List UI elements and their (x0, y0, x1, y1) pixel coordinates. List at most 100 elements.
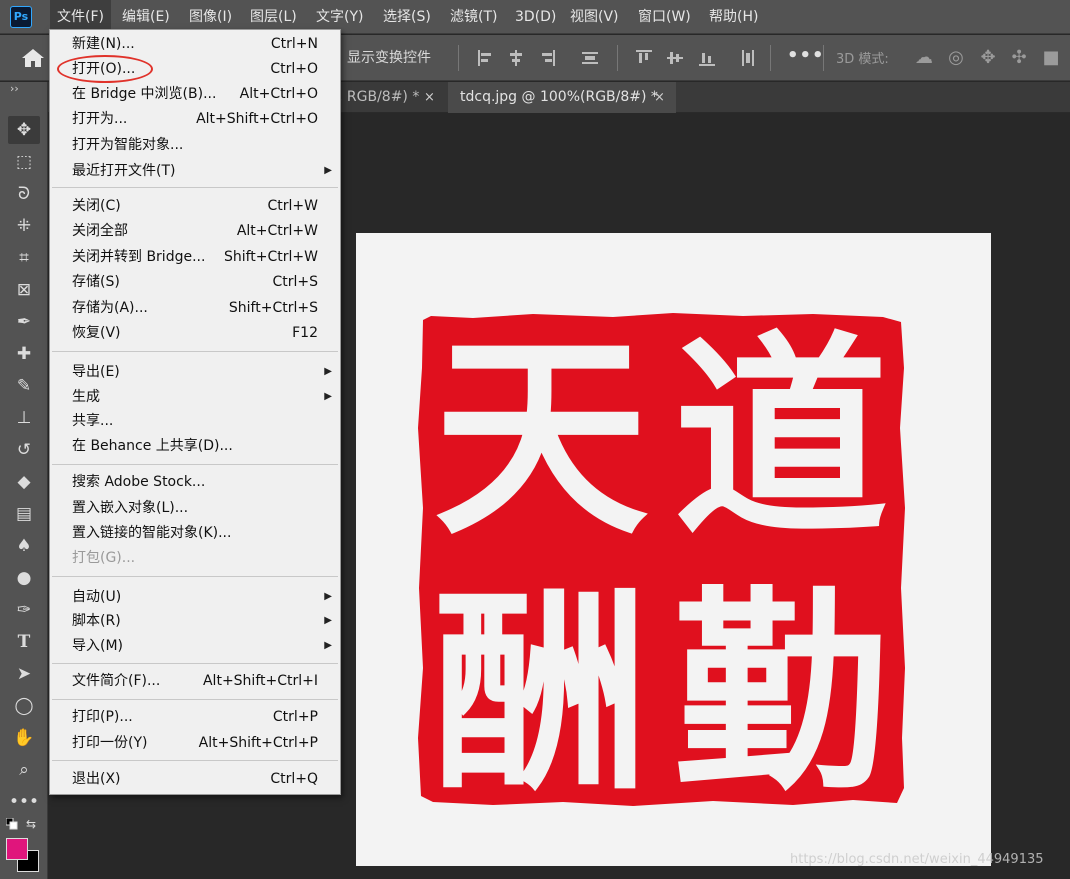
move-tool-icon[interactable]: ✥ (8, 116, 40, 144)
menu-item-exit[interactable]: 退出(X) Ctrl+Q (50, 767, 340, 791)
type-tool-icon[interactable]: T (8, 628, 40, 656)
menu-item-close-all[interactable]: 关闭全部 Alt+Ctrl+W (50, 219, 340, 243)
close-icon[interactable]: × (654, 90, 665, 105)
align-right-icon[interactable] (537, 48, 557, 68)
document-canvas[interactable]: 天 道 酬 勤 (356, 233, 991, 866)
frame-tool-icon[interactable]: ⊠ (8, 276, 40, 304)
highlight-annotation (57, 55, 153, 83)
menu-item-open-as[interactable]: 打开为... Alt+Shift+Ctrl+O (50, 107, 340, 131)
eraser-tool-icon[interactable]: ◆ (8, 468, 40, 496)
blur-tool-icon[interactable]: ♠ (8, 532, 40, 560)
crop-tool-icon[interactable]: ⌗ (8, 244, 40, 272)
menu-item-place-linked[interactable]: 置入链接的智能对象(K)... (50, 521, 340, 545)
distribute-vertical-icon[interactable] (738, 48, 758, 68)
align-left-icon[interactable] (476, 48, 496, 68)
tab-label: tdcq.jpg @ 100%(RGB/8#) * (460, 89, 658, 105)
menu-item-close-and-go-to-bridge[interactable]: 关闭并转到 Bridge... Shift+Ctrl+W (50, 245, 340, 269)
brush-tool-icon[interactable]: ✎ (8, 372, 40, 400)
default-colors-icon[interactable] (6, 818, 18, 830)
seal-image: 天 道 酬 勤 (418, 313, 905, 811)
menu-divider (52, 760, 338, 761)
zoom-tool-icon[interactable]: ⌕ (8, 756, 40, 784)
menu-item-browse-in-bridge[interactable]: 在 Bridge 中浏览(B)... Alt+Ctrl+O (50, 82, 340, 106)
submenu-arrow-icon: ▶ (324, 165, 332, 176)
divider (458, 45, 459, 71)
menu-select[interactable]: 选择(S) (376, 0, 438, 34)
align-top-icon[interactable] (634, 48, 654, 68)
watermark-text: https://blog.csdn.net/weixin_44949135 (790, 852, 1044, 867)
align-vertical-center-icon[interactable] (665, 48, 685, 68)
history-brush-tool-icon[interactable]: ↺ (8, 436, 40, 464)
distribute-icon[interactable] (580, 48, 600, 68)
3d-slide-icon[interactable]: ✣ (1007, 46, 1031, 70)
menu-item-open-as-smart-object[interactable]: 打开为智能对象... (50, 133, 340, 157)
menu-filter[interactable]: 滤镜(T) (443, 0, 504, 34)
align-bottom-icon[interactable] (697, 48, 717, 68)
pen-tool-icon[interactable]: ✑ (8, 596, 40, 624)
healing-brush-tool-icon[interactable]: ✚ (8, 340, 40, 368)
menu-item-save[interactable]: 存储(S) Ctrl+S (50, 270, 340, 294)
menu-item-export[interactable]: 导出(E) ▶ (50, 360, 340, 384)
menu-item-import[interactable]: 导入(M) ▶ (50, 634, 340, 658)
menu-item-package: 打包(G)... (72, 550, 136, 566)
3d-mode-label: 3D 模式: (836, 52, 889, 67)
menu-item-automate[interactable]: 自动(U) ▶ (50, 585, 340, 609)
menu-item-file-info[interactable]: 文件简介(F)... Alt+Shift+Ctrl+I (50, 669, 340, 693)
quick-select-tool-icon[interactable]: ⁜ (8, 212, 40, 240)
submenu-arrow-icon: ▶ (324, 640, 332, 651)
menu-item-share[interactable]: 共享... (50, 409, 340, 433)
menu-item-generate[interactable]: 生成 ▶ (50, 385, 340, 409)
tab-document-2[interactable]: tdcq.jpg @ 100%(RGB/8#) * (448, 82, 676, 113)
marquee-tool-icon[interactable]: ⬚ (8, 148, 40, 176)
seal-char-3: 酬 (434, 568, 649, 811)
close-icon[interactable]: × (424, 90, 435, 105)
more-options-icon[interactable]: ••• (787, 45, 825, 66)
divider (617, 45, 618, 71)
tools-panel: ›› ✥ ⬚ ᘐ ⁜ ⌗ ⊠ ✒ ✚ ✎ ⊥ ↺ ◆ ▤ ♠ ● ✑ T ➤ ◯… (0, 82, 48, 879)
gradient-tool-icon[interactable]: ▤ (8, 500, 40, 528)
menu-item-save-as[interactable]: 存储为(A)... Shift+Ctrl+S (50, 296, 340, 320)
tab-label: , RGB/8#) * (338, 89, 420, 105)
menu-item-new[interactable]: 新建(N)... Ctrl+N (50, 32, 340, 56)
menu-item-scripts[interactable]: 脚本(R) ▶ (50, 609, 340, 633)
panel-grip-icon[interactable]: ›› (10, 82, 19, 95)
menu-window[interactable]: 窗口(W) (631, 0, 698, 34)
lasso-tool-icon[interactable]: ᘐ (8, 180, 40, 208)
menu-view[interactable]: 视图(V) (563, 0, 626, 34)
align-horizontal-center-icon[interactable] (506, 48, 526, 68)
clone-stamp-tool-icon[interactable]: ⊥ (8, 404, 40, 432)
show-transform-controls-label[interactable]: 显示变换控件 (347, 47, 431, 67)
menu-item-place-embedded[interactable]: 置入嵌入对象(L)... (50, 496, 340, 520)
3d-roll-icon[interactable]: ◎ (944, 46, 968, 70)
more-tools-icon[interactable]: ••• (8, 788, 40, 816)
menu-3d[interactable]: 3D(D) (508, 0, 563, 34)
ellipse-tool-icon[interactable]: ◯ (8, 692, 40, 720)
submenu-arrow-icon: ▶ (324, 366, 332, 377)
menu-divider (52, 351, 338, 352)
eyedropper-tool-icon[interactable]: ✒ (8, 308, 40, 336)
menu-help[interactable]: 帮助(H) (702, 0, 765, 34)
3d-pan-icon[interactable]: ✥ (976, 46, 1000, 70)
menu-item-revert[interactable]: 恢复(V) F12 (50, 321, 340, 345)
divider (770, 45, 771, 71)
menu-item-print-one-copy[interactable]: 打印一份(Y) Alt+Shift+Ctrl+P (50, 731, 340, 755)
menu-item-print[interactable]: 打印(P)... Ctrl+P (50, 705, 340, 729)
menu-item-search-adobe-stock[interactable]: 搜索 Adobe Stock... (50, 470, 340, 494)
menu-divider (52, 576, 338, 577)
seal-char-4: 勤 (674, 568, 889, 811)
path-select-tool-icon[interactable]: ➤ (8, 660, 40, 688)
swap-colors-icon[interactable]: ⇆ (26, 817, 36, 831)
menu-divider (52, 699, 338, 700)
3d-scale-icon[interactable]: ■ (1039, 46, 1063, 70)
hand-tool-icon[interactable]: ✋ (8, 724, 40, 752)
3d-orbit-icon[interactable]: ☁ (912, 46, 936, 70)
menu-item-close[interactable]: 关闭(C) Ctrl+W (50, 194, 340, 218)
divider (823, 45, 824, 71)
menu-item-share-on-behance[interactable]: 在 Behance 上共享(D)... (50, 434, 340, 458)
home-icon[interactable] (20, 47, 46, 69)
dodge-tool-icon[interactable]: ● (8, 564, 40, 592)
menu-item-open-recent[interactable]: 最近打开文件(T) ▶ (50, 159, 340, 183)
foreground-color-swatch[interactable] (6, 838, 28, 860)
seal-char-2: 道 (674, 313, 889, 564)
menu-divider (52, 464, 338, 465)
